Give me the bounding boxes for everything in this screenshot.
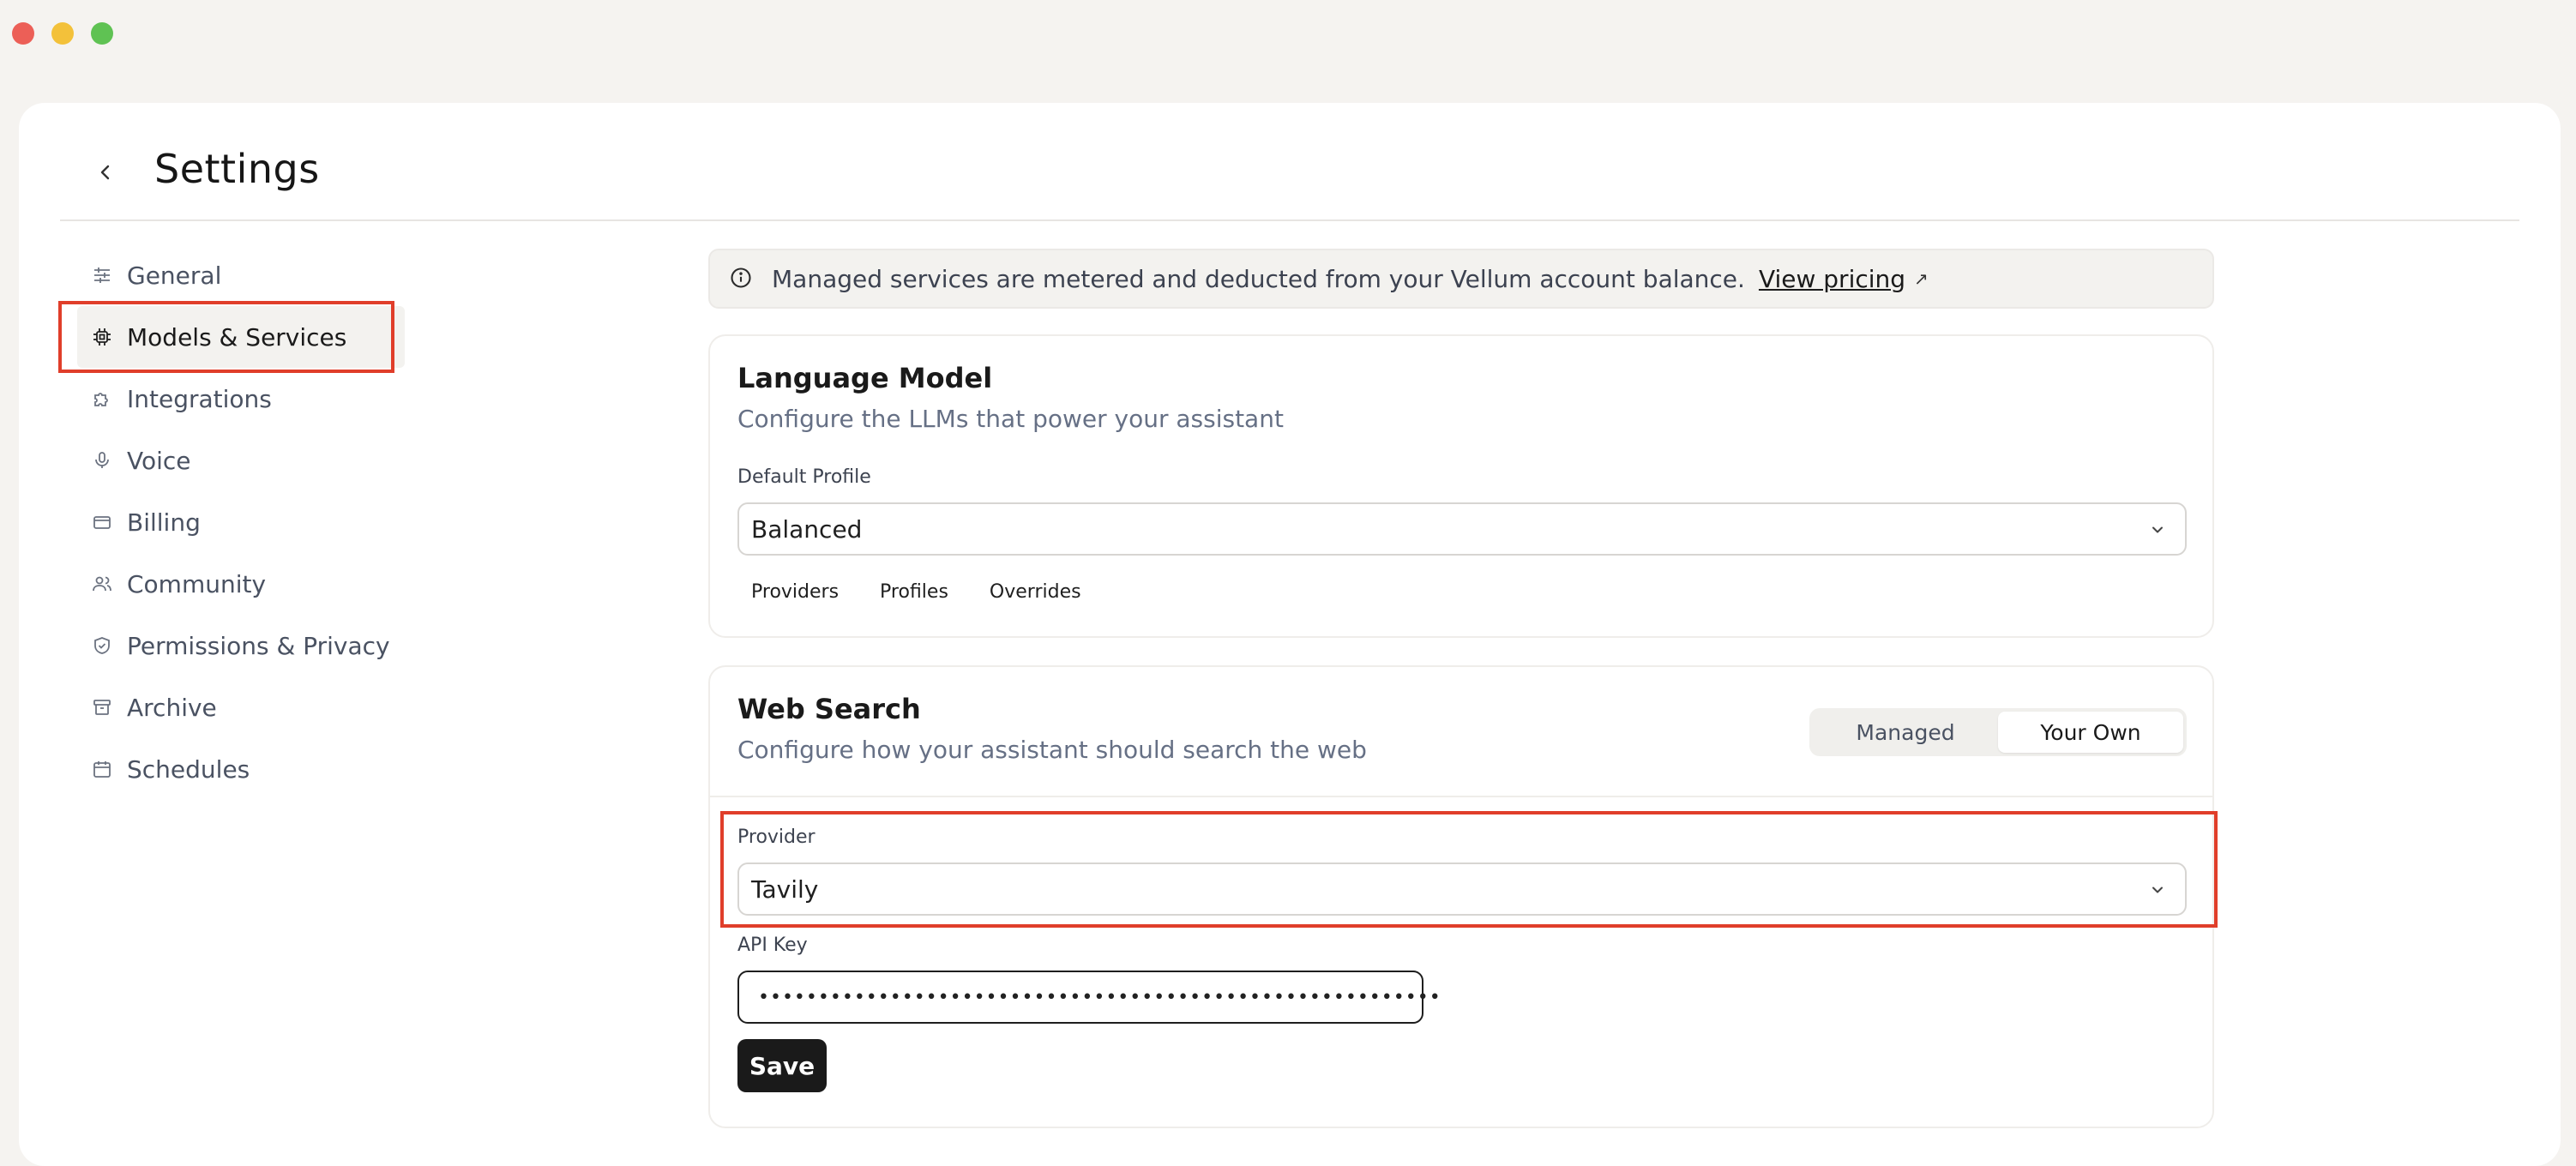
sidebar-item-general[interactable]: General bbox=[60, 244, 403, 306]
sidebar-item-voice[interactable]: Voice bbox=[60, 430, 403, 491]
info-banner: Managed services are metered and deducte… bbox=[708, 249, 2214, 309]
external-link-icon: ↗ bbox=[1914, 268, 1929, 289]
language-model-title: Language Model bbox=[737, 362, 993, 394]
provider-value: Tavily bbox=[751, 874, 819, 904]
credit-card-icon bbox=[91, 511, 113, 533]
sidebar-item-label: Integrations bbox=[127, 384, 272, 413]
settings-content: Managed services are metered and deducte… bbox=[708, 249, 2214, 1128]
sidebar-item-billing[interactable]: Billing bbox=[60, 491, 403, 553]
api-key-input[interactable]: ••••••••••••••••••••••••••••••••••••••••… bbox=[737, 971, 1441, 1024]
default-profile-value: Balanced bbox=[751, 514, 863, 544]
maximize-window-button[interactable] bbox=[91, 22, 113, 45]
puzzle-icon bbox=[91, 388, 113, 410]
shield-icon bbox=[91, 634, 113, 657]
close-window-button[interactable] bbox=[12, 22, 34, 45]
chevron-down-icon bbox=[2152, 526, 2163, 533]
sidebar-item-label: Billing bbox=[127, 508, 201, 537]
window-controls bbox=[12, 22, 113, 45]
web-search-mode-toggle: Managed Your Own bbox=[1809, 708, 2187, 756]
provider-select[interactable]: Tavily bbox=[737, 862, 2187, 916]
microphone-icon bbox=[91, 449, 113, 472]
chevron-down-icon bbox=[2152, 887, 2163, 893]
archive-icon bbox=[91, 696, 113, 718]
sidebar-item-label: Schedules bbox=[127, 754, 250, 784]
settings-header: Settings bbox=[60, 129, 2519, 221]
info-icon bbox=[729, 266, 755, 292]
provider-label: Provider bbox=[737, 826, 816, 848]
tab-providers[interactable]: Providers bbox=[751, 581, 839, 603]
sidebar-item-label: Models & Services bbox=[127, 322, 347, 352]
tab-overrides[interactable]: Overrides bbox=[990, 581, 1081, 603]
back-button[interactable] bbox=[94, 161, 117, 183]
sidebar-item-label: Archive bbox=[127, 693, 217, 722]
language-model-subtitle: Configure the LLMs that power your assis… bbox=[737, 405, 1284, 433]
tab-profiles[interactable]: Profiles bbox=[880, 581, 948, 603]
minimize-window-button[interactable] bbox=[51, 22, 74, 45]
sidebar-item-label: Community bbox=[127, 569, 267, 598]
banner-text: Managed services are metered and deducte… bbox=[772, 264, 1745, 293]
settings-window: Settings General Models & Services Integ… bbox=[19, 103, 2561, 1166]
calendar-icon bbox=[91, 758, 113, 780]
sidebar-item-schedules[interactable]: Schedules bbox=[60, 738, 403, 800]
card-divider bbox=[710, 796, 2212, 797]
default-profile-label: Default Profile bbox=[737, 466, 871, 488]
chevron-left-icon bbox=[100, 165, 110, 180]
web-search-title: Web Search bbox=[737, 693, 921, 725]
api-key-label: API Key bbox=[737, 935, 808, 956]
web-search-card: Web Search Configure how your assistant … bbox=[708, 665, 2214, 1128]
mode-your-own-option[interactable]: Your Own bbox=[1998, 712, 2183, 753]
users-icon bbox=[91, 573, 113, 595]
sidebar-item-archive[interactable]: Archive bbox=[60, 676, 403, 738]
default-profile-select[interactable]: Balanced bbox=[737, 502, 2187, 556]
sliders-icon bbox=[91, 264, 113, 286]
sidebar-item-permissions-privacy[interactable]: Permissions & Privacy bbox=[60, 615, 403, 676]
sidebar-item-label: Voice bbox=[127, 446, 191, 475]
language-model-card: Language Model Configure the LLMs that p… bbox=[708, 334, 2214, 638]
save-button[interactable]: Save bbox=[737, 1039, 827, 1092]
view-pricing-link[interactable]: View pricing bbox=[1759, 265, 1905, 293]
sidebar-item-integrations[interactable]: Integrations bbox=[60, 368, 403, 430]
sidebar-item-community[interactable]: Community bbox=[60, 553, 403, 615]
page-title: Settings bbox=[154, 146, 320, 192]
chip-icon bbox=[91, 326, 113, 348]
web-search-subtitle: Configure how your assistant should sear… bbox=[737, 736, 1367, 764]
sidebar-item-label: Permissions & Privacy bbox=[127, 631, 390, 660]
mode-managed-option[interactable]: Managed bbox=[1813, 712, 1998, 753]
sidebar-item-models-services[interactable]: Models & Services bbox=[77, 306, 405, 368]
sidebar-item-label: General bbox=[127, 261, 222, 290]
settings-sidebar: General Models & Services Integrations V… bbox=[60, 244, 405, 800]
language-model-tabs: Providers Profiles Overrides bbox=[737, 581, 1081, 603]
